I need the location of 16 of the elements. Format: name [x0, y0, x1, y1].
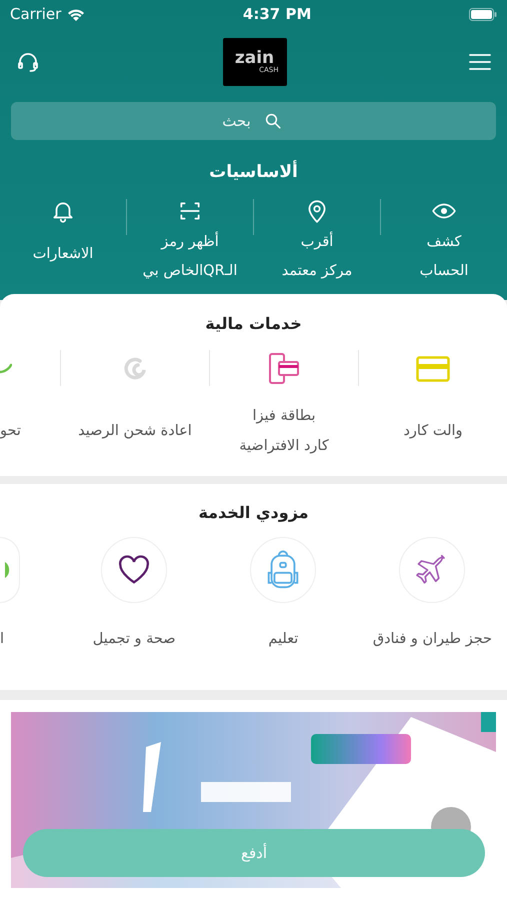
provider-button[interactable]: تعليم — [208, 536, 358, 650]
provider-button[interactable]: ا — [0, 536, 60, 650]
provider-button[interactable]: صحة و تجميل — [60, 536, 209, 650]
section-title: مزودي الخدمة — [198, 502, 309, 522]
shortcut-button[interactable]: أقرب مركز معتمد — [254, 196, 380, 286]
service-button[interactable]: والت كارد — [359, 350, 507, 476]
shortcut-button[interactable]: كشف الحساب — [381, 196, 507, 286]
status-time: 4:37 PM — [242, 4, 312, 25]
shortcut-button[interactable]: أظهر رمز الـQRالخاص بي — [127, 196, 253, 286]
section-title: خدمات مالية — [205, 314, 302, 332]
service-button[interactable]: اعادة شحن الرصيد — [61, 350, 209, 476]
service-button[interactable]: بطاقة فيزا كارد الافتراضية — [210, 350, 358, 476]
provider-button[interactable]: حجز طيران و فنادق — [358, 536, 507, 650]
section-title: ألاساسيات — [209, 162, 298, 182]
shortcut-button[interactable]: الاشعارات — [0, 196, 126, 286]
carrier-label: Carrier — [10, 4, 62, 25]
